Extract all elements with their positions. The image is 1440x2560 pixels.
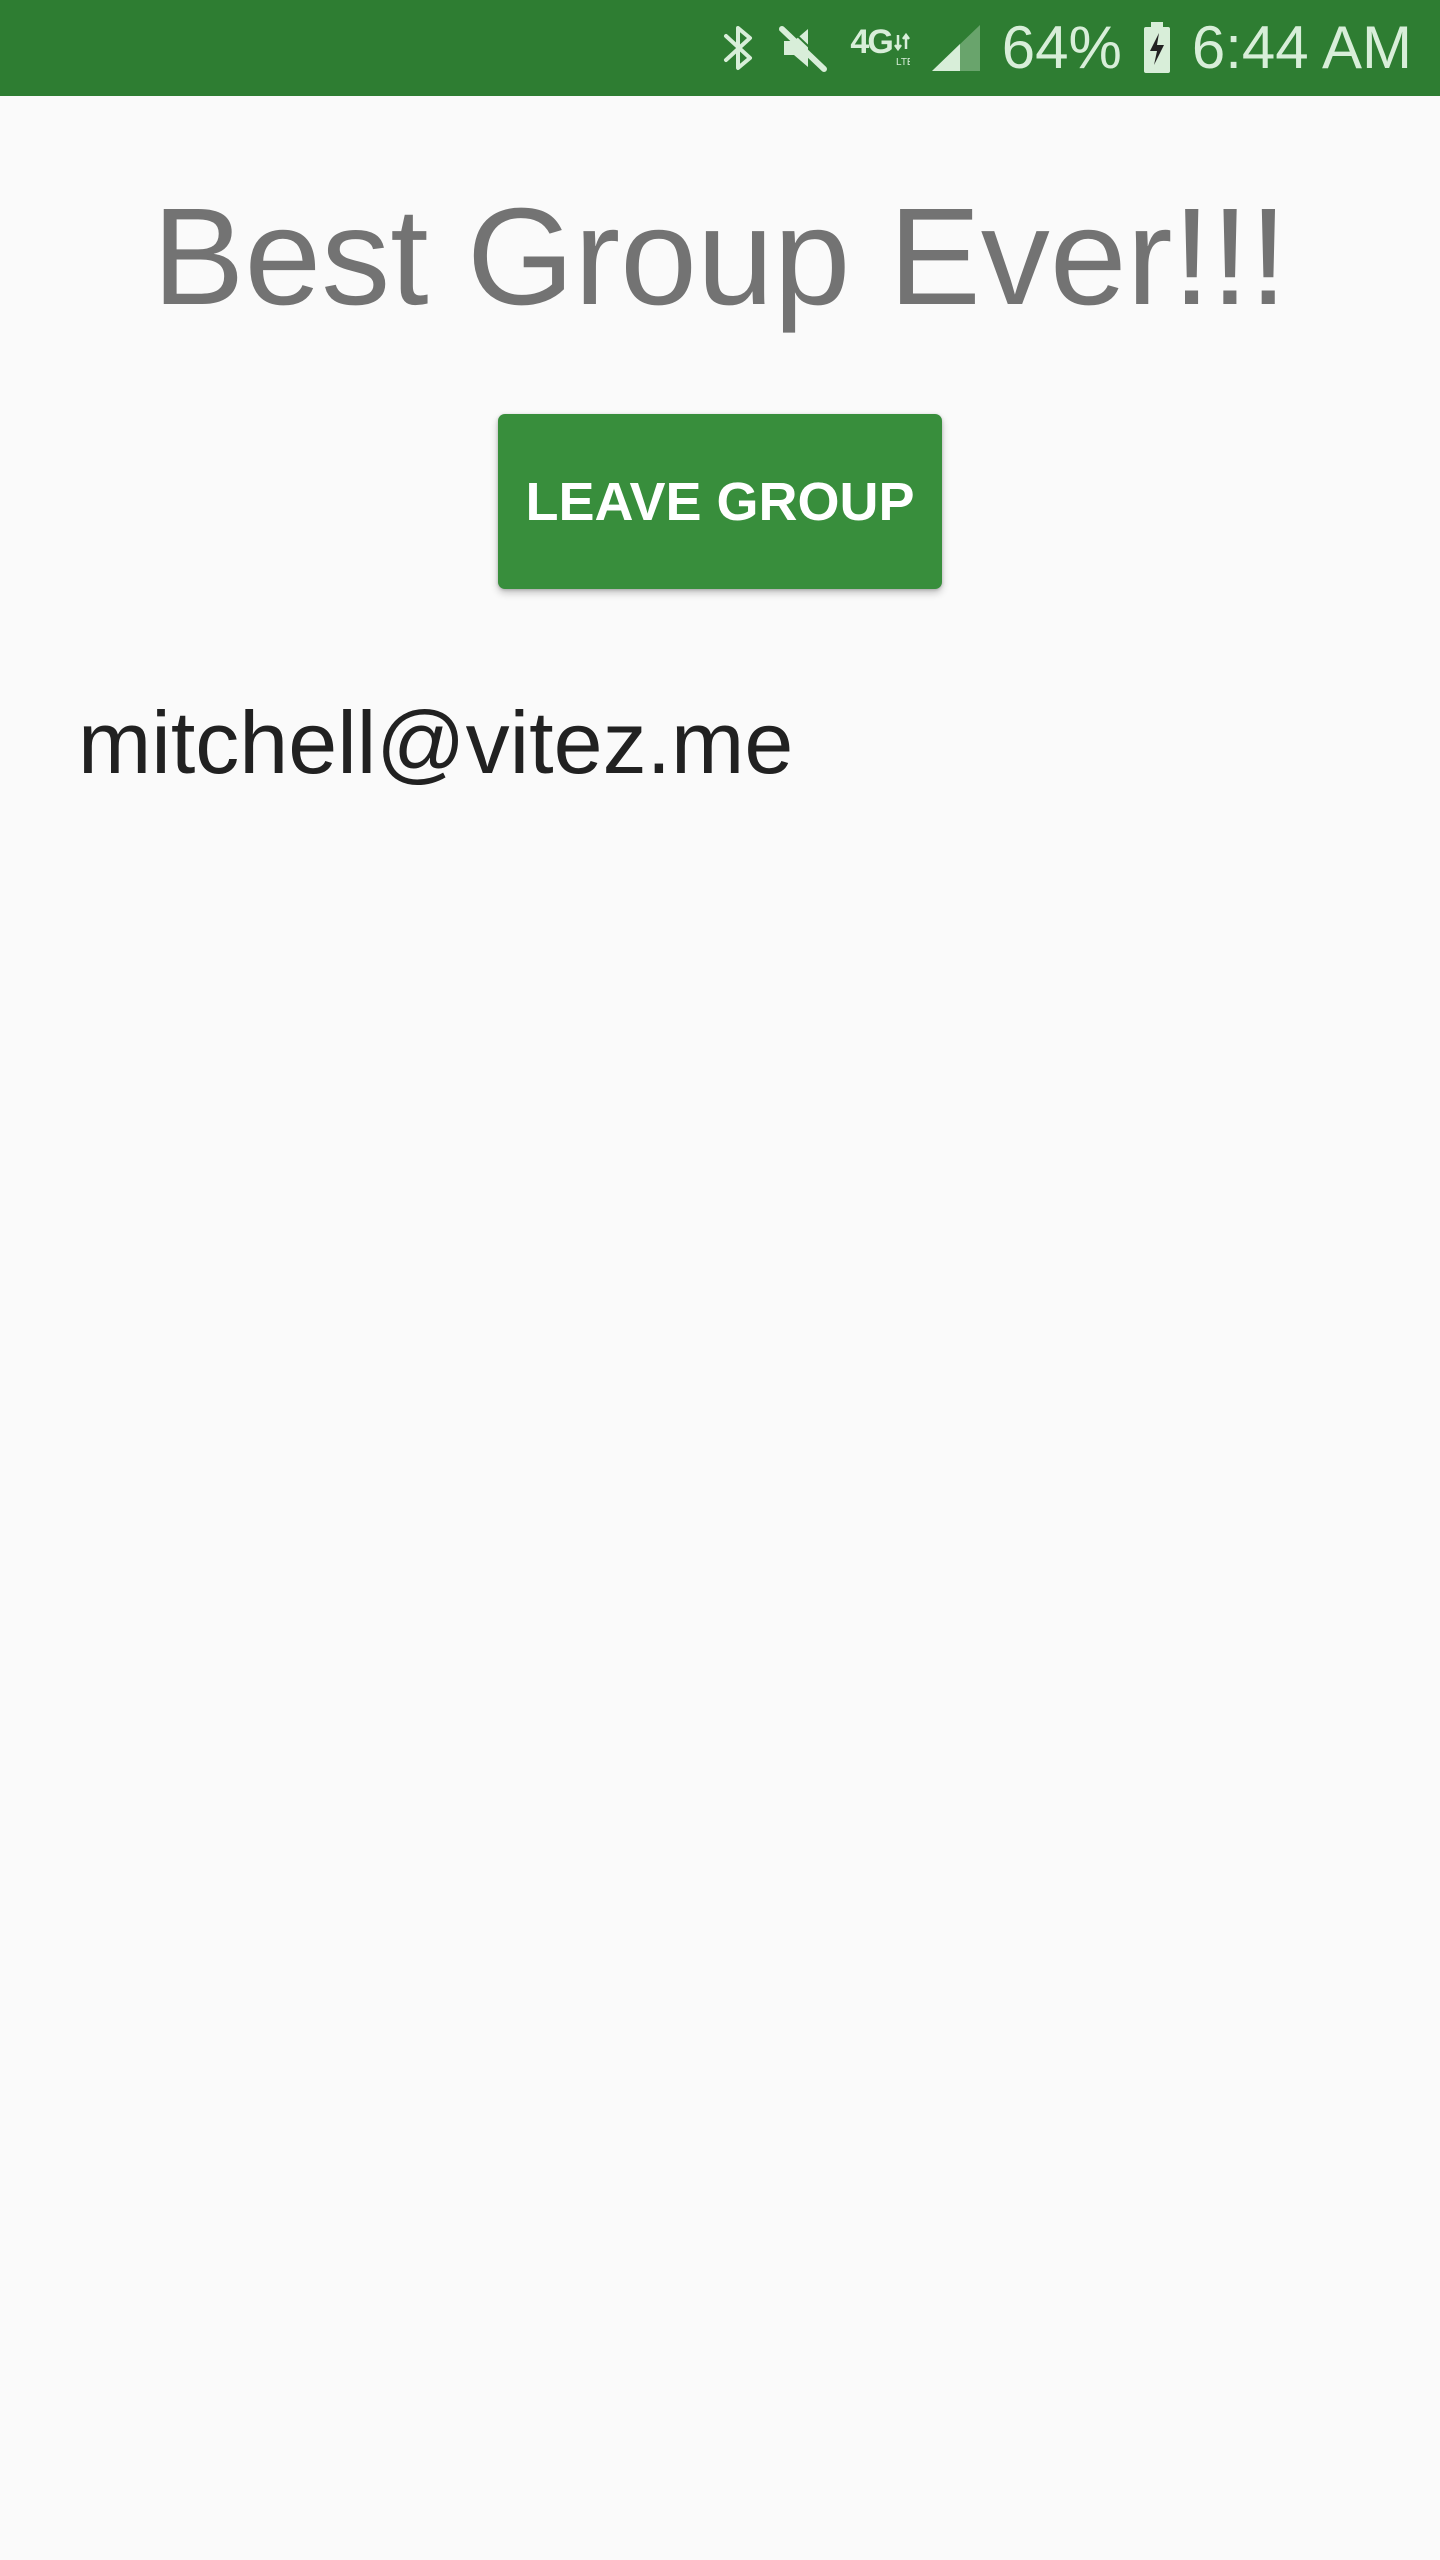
mute-icon <box>776 21 830 75</box>
member-email: mitchell@vitez.me <box>78 693 794 792</box>
group-title: Best Group Ever!!! <box>152 180 1288 334</box>
battery-charging-icon <box>1142 21 1172 75</box>
signal-icon <box>930 23 982 73</box>
group-detail-screen: Best Group Ever!!! LEAVE GROUP mitchell@… <box>0 96 1440 2560</box>
bluetooth-icon <box>722 22 756 74</box>
network-4g-lte-icon: 4G LTE <box>850 23 910 71</box>
clock: 6:44 AM <box>1191 14 1412 81</box>
network-label: 4G <box>850 23 893 61</box>
status-bar: 4G LTE 64% 6:44 AM <box>0 0 1440 96</box>
member-list: mitchell@vitez.me <box>78 690 793 796</box>
svg-text:LTE: LTE <box>896 57 910 68</box>
leave-group-button[interactable]: LEAVE GROUP <box>498 414 942 589</box>
battery-percent: 64% <box>1001 14 1122 81</box>
